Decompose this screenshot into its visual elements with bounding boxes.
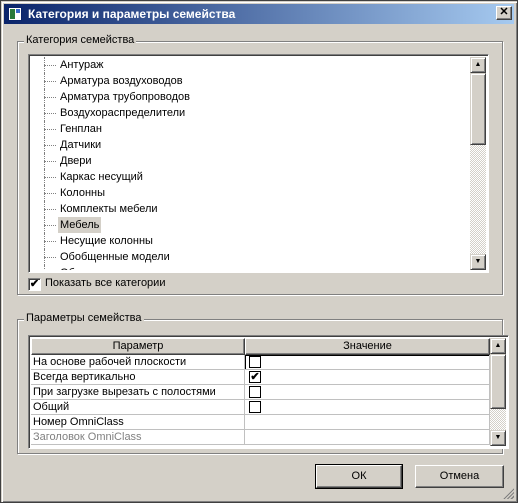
category-item[interactable]: Арматура трубопроводов bbox=[31, 89, 470, 105]
close-button[interactable]: ✕ bbox=[496, 6, 512, 20]
scroll-up-button[interactable]: ▲ bbox=[470, 57, 486, 73]
param-value-checkbox[interactable]: ✔ bbox=[249, 371, 261, 383]
param-value-cell[interactable] bbox=[245, 355, 490, 370]
show-all-checkbox[interactable]: ✔ bbox=[28, 278, 41, 291]
dialog-window: Категория и параметры семейства ✕ Катего… bbox=[0, 0, 518, 503]
params-group-legend: Параметры семейства bbox=[24, 312, 144, 324]
category-item-label: Комплекты мебели bbox=[60, 203, 158, 215]
param-value-cell[interactable] bbox=[245, 415, 490, 430]
close-icon: ✕ bbox=[499, 6, 509, 18]
params-scroll-thumb[interactable] bbox=[490, 354, 506, 409]
resize-grip[interactable] bbox=[502, 487, 514, 499]
column-header-parameter[interactable]: Параметр bbox=[31, 338, 245, 355]
category-item[interactable]: Несущие колонны bbox=[31, 233, 470, 249]
cancel-button[interactable]: Отмена bbox=[415, 465, 504, 488]
table-row[interactable]: При загрузке вырезать с полостями bbox=[31, 385, 490, 400]
param-value-cell[interactable] bbox=[245, 385, 490, 400]
title-bar[interactable]: Категория и параметры семейства ✕ bbox=[4, 4, 514, 24]
active-cell-border bbox=[245, 355, 489, 369]
param-value-cell[interactable]: ✔ bbox=[245, 370, 490, 385]
params-group: Параметры семейства Параметр Значение На… bbox=[17, 312, 509, 454]
category-item-label: Колонны bbox=[60, 187, 105, 199]
params-scroll-up-button[interactable]: ▲ bbox=[490, 338, 506, 354]
category-item[interactable]: Каркас несущий bbox=[31, 169, 470, 185]
category-item-label: Арматура воздуховодов bbox=[60, 75, 183, 87]
category-item[interactable]: Двери bbox=[31, 153, 470, 169]
param-value-checkbox[interactable] bbox=[249, 401, 261, 413]
category-item-label: Каркас несущий bbox=[60, 171, 143, 183]
check-icon: ✔ bbox=[29, 278, 40, 290]
show-all-label[interactable]: Показать все категории bbox=[45, 277, 165, 289]
category-item[interactable]: Об... bbox=[31, 265, 470, 270]
scroll-down-icon: ▼ bbox=[474, 258, 482, 265]
category-item[interactable]: Датчики bbox=[31, 137, 470, 153]
param-name-cell: На основе рабочей плоскости bbox=[31, 355, 245, 370]
scroll-up-icon: ▲ bbox=[474, 61, 482, 68]
category-item[interactable]: Антураж bbox=[31, 57, 470, 73]
category-item[interactable]: Воздухораспределители bbox=[31, 105, 470, 121]
scroll-thumb[interactable] bbox=[470, 73, 486, 145]
category-item-label: Об... bbox=[58, 265, 86, 270]
grid-body: На основе рабочей плоскости Всегда вертик… bbox=[31, 355, 490, 445]
table-row[interactable]: На основе рабочей плоскости bbox=[31, 355, 490, 370]
category-item[interactable]: Обобщенные модели bbox=[31, 249, 470, 265]
category-group: Категория семейства Антураж Арматура возд… bbox=[17, 34, 503, 295]
table-row[interactable]: Общий bbox=[31, 400, 490, 415]
category-scrollbar[interactable]: ▲ ▼ bbox=[470, 57, 486, 270]
window-title: Категория и параметры семейства bbox=[28, 7, 236, 21]
category-item[interactable]: Комплекты мебели bbox=[31, 201, 470, 217]
param-name-cell: При загрузке вырезать с полостями bbox=[31, 385, 245, 400]
app-icon bbox=[8, 7, 22, 21]
column-header-value[interactable]: Значение bbox=[245, 338, 490, 355]
category-item-label: Антураж bbox=[60, 59, 104, 71]
param-value-checkbox[interactable] bbox=[249, 386, 261, 398]
category-item-label: Генплан bbox=[60, 123, 102, 135]
category-item-label: Арматура трубопроводов bbox=[60, 91, 190, 103]
scroll-down-button[interactable]: ▼ bbox=[470, 254, 486, 270]
table-row[interactable]: Заголовок OmniClass bbox=[31, 430, 490, 445]
table-row[interactable]: Всегда вертикально ✔ bbox=[31, 370, 490, 385]
params-scrollbar[interactable]: ▲ ▼ bbox=[490, 338, 506, 446]
scroll-down-icon: ▼ bbox=[494, 434, 502, 441]
category-item-label: Мебель bbox=[58, 217, 102, 233]
category-item[interactable]: Арматура воздуховодов bbox=[31, 73, 470, 89]
category-item-label: Воздухораспределители bbox=[60, 107, 186, 119]
grid-header: Параметр Значение bbox=[31, 338, 490, 355]
params-grid: Параметр Значение На основе рабочей плос… bbox=[28, 335, 509, 449]
param-name-cell: Общий bbox=[31, 400, 245, 415]
param-value-cell[interactable] bbox=[245, 400, 490, 415]
ok-button[interactable]: ОК bbox=[315, 464, 403, 489]
category-item-label: Несущие колонны bbox=[60, 235, 153, 247]
category-item[interactable]: Колонны bbox=[31, 185, 470, 201]
param-name-cell: Номер OmniClass bbox=[31, 415, 245, 430]
scroll-up-icon: ▲ bbox=[494, 342, 502, 349]
param-name-cell: Заголовок OmniClass bbox=[31, 430, 245, 445]
param-name-cell: Всегда вертикально bbox=[31, 370, 245, 385]
category-tree: Антураж Арматура воздуховодов Арматура тру… bbox=[31, 57, 470, 270]
category-item-label: Двери bbox=[60, 155, 92, 167]
category-group-legend: Категория семейства bbox=[24, 34, 137, 46]
category-item-label: Обобщенные модели bbox=[60, 251, 170, 263]
param-value-cell[interactable] bbox=[245, 430, 490, 445]
category-item-label: Датчики bbox=[60, 139, 102, 151]
category-listbox[interactable]: Антураж Арматура воздуховодов Арматура тру… bbox=[28, 54, 489, 273]
params-scroll-down-button[interactable]: ▼ bbox=[490, 430, 506, 446]
category-item[interactable]: Мебель bbox=[31, 217, 470, 233]
category-item[interactable]: Генплан bbox=[31, 121, 470, 137]
table-row[interactable]: Номер OmniClass bbox=[31, 415, 490, 430]
